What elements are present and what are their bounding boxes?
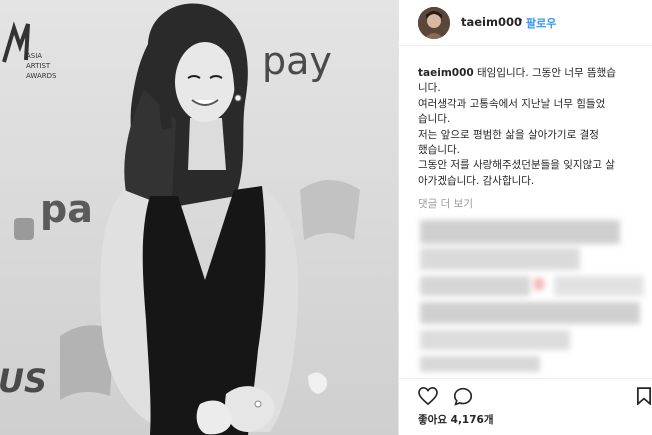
- post-photo[interactable]: ASIA ARTIST AWARDS pay pa US: [0, 0, 398, 435]
- backdrop-pay-text-2: pa: [40, 187, 93, 231]
- post-username[interactable]: taeim000: [461, 15, 522, 29]
- caption-text: 태임입니다. 그동안 너무 뜸했습 니다. 여러생각과 고통속에서 지난날 너무…: [418, 67, 616, 187]
- likes-count[interactable]: 좋아요 4,176개: [418, 412, 494, 427]
- action-bar: [399, 378, 652, 412]
- comment-icon[interactable]: [453, 387, 473, 410]
- backdrop-us-text: US: [0, 362, 47, 400]
- post-caption: taeim000 태임입니다. 그동안 너무 뜸했습 니다. 여러생각과 고통속…: [418, 66, 646, 189]
- blurred-comments: [414, 214, 652, 374]
- photo-graphic: ASIA ARTIST AWARDS pay pa US: [0, 0, 398, 435]
- avatar-image: [418, 7, 450, 39]
- bookmark-icon[interactable]: [637, 387, 651, 409]
- follow-button[interactable]: 팔로우: [526, 15, 556, 31]
- backdrop-square: [14, 218, 34, 240]
- avatar[interactable]: [418, 7, 450, 39]
- post-header: taeim000 • 팔로우: [399, 0, 652, 46]
- svg-text:ASIA: ASIA: [26, 52, 42, 60]
- backdrop-logo-shape-2: [300, 180, 360, 240]
- svg-text:AWARDS: AWARDS: [26, 72, 57, 80]
- view-comments-link[interactable]: 댓글 더 보기: [418, 196, 473, 211]
- heart-icon[interactable]: [418, 386, 438, 409]
- backdrop-pay-text: pay: [262, 39, 332, 83]
- svg-text:ARTIST: ARTIST: [26, 62, 51, 70]
- separator-dot: •: [517, 14, 524, 27]
- caption-username[interactable]: taeim000: [418, 67, 474, 79]
